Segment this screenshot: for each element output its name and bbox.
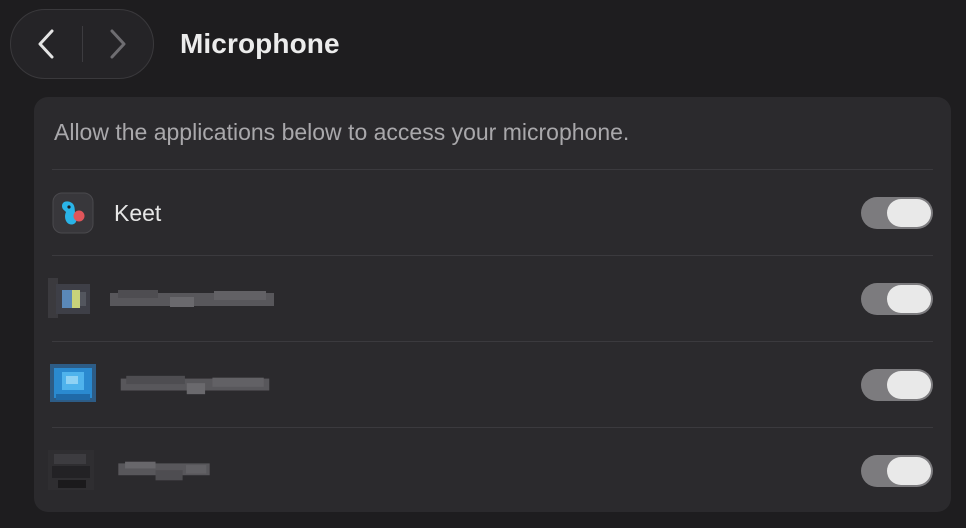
toolbar: Microphone [0, 0, 966, 90]
app-toggle-redacted-2[interactable] [861, 369, 933, 401]
redacted-app-icon [48, 450, 94, 492]
app-name: Keet [114, 200, 162, 226]
app-row-keet: Keet [34, 169, 951, 255]
app-row-redacted-2 [34, 341, 951, 427]
app-row-redacted-1 [34, 255, 951, 341]
app-toggle-redacted-1[interactable] [861, 283, 933, 315]
page-title: Microphone [180, 28, 340, 59]
toggle-knob [887, 371, 931, 399]
toggle-knob [887, 457, 931, 485]
redacted-app-name [110, 290, 274, 307]
chevron-right-icon [110, 29, 126, 59]
redacted-app-name [118, 461, 210, 481]
app-toggle-keet[interactable] [861, 197, 933, 229]
redacted-app-icon [50, 364, 96, 406]
app-permission-list: Allow the applications below to access y… [34, 97, 951, 512]
back-button[interactable] [11, 10, 82, 78]
redacted-app-icon [48, 278, 94, 320]
app-toggle-redacted-3[interactable] [861, 455, 933, 487]
forward-button[interactable] [83, 10, 154, 78]
app-row-redacted-3 [34, 427, 951, 513]
toggle-knob [887, 285, 931, 313]
redacted-app-name [120, 375, 270, 395]
keet-parrot-icon [52, 192, 94, 234]
panel-description: Allow the applications below to access y… [54, 119, 630, 145]
chevron-left-icon [38, 29, 54, 59]
toggle-knob [887, 199, 931, 227]
navigation-buttons [10, 9, 154, 79]
